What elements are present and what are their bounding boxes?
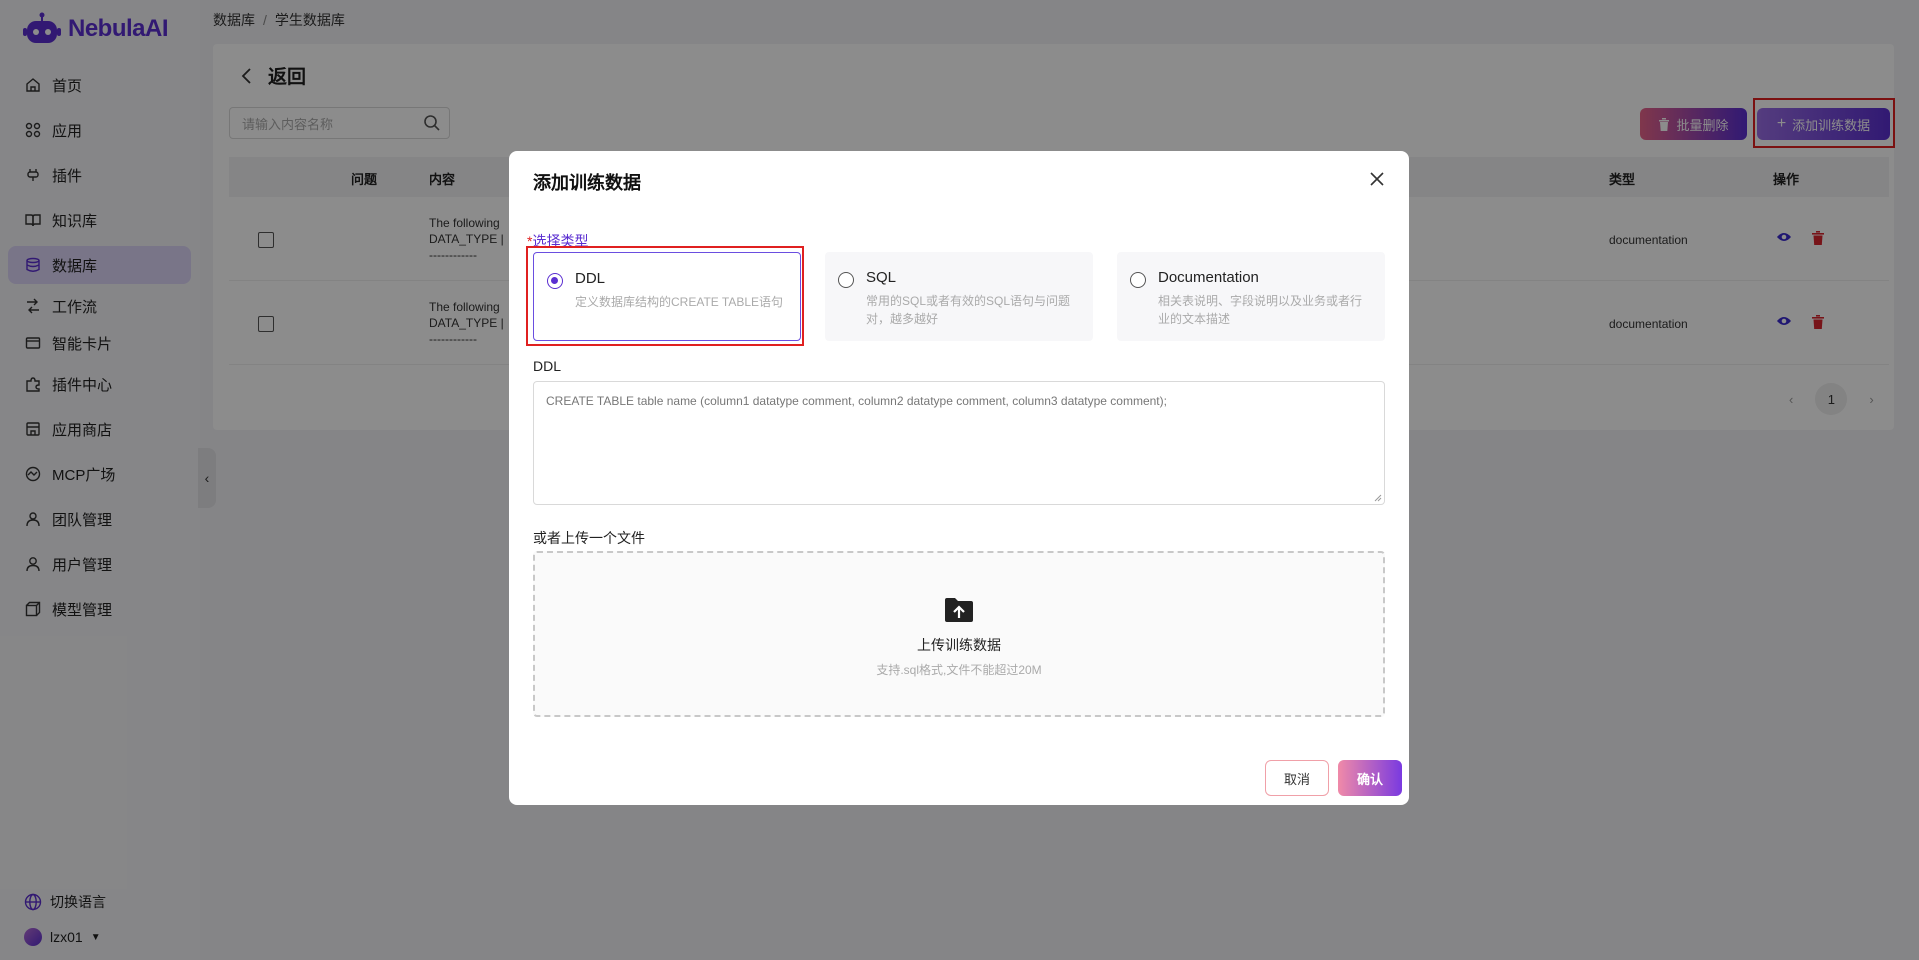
- ddl-label: DDL: [533, 358, 562, 374]
- option-name: Documentation: [1158, 269, 1259, 286]
- upload-title: 上传训练数据: [917, 637, 1001, 653]
- ddl-placeholder: CREATE TABLE table name (column1 datatyp…: [546, 394, 1167, 408]
- close-icon[interactable]: [1369, 171, 1385, 187]
- highlight-ddl-option: [526, 246, 804, 346]
- folder-upload-icon: [945, 598, 973, 622]
- add-training-data-modal: 添加训练数据 *选择类型 DDL 定义数据库结构的CREATE TABLE语句 …: [509, 151, 1409, 805]
- radio-documentation[interactable]: [1130, 272, 1146, 288]
- resize-handle-icon[interactable]: [1374, 494, 1382, 502]
- option-documentation[interactable]: Documentation 相关表说明、字段说明以及业务或者行业的文本描述: [1117, 252, 1385, 341]
- option-desc: 相关表说明、字段说明以及业务或者行业的文本描述: [1158, 294, 1363, 326]
- upload-hint: 支持.sql格式,文件不能超过20M: [876, 663, 1042, 677]
- modal-title: 添加训练数据: [533, 173, 641, 193]
- file-upload-dropzone[interactable]: 上传训练数据 支持.sql格式,文件不能超过20M: [533, 551, 1385, 717]
- upload-label: 或者上传一个文件: [533, 530, 645, 546]
- option-desc: 常用的SQL或者有效的SQL语句与问题对，越多越好: [866, 294, 1071, 326]
- radio-sql[interactable]: [838, 272, 854, 288]
- cancel-button[interactable]: 取消: [1265, 760, 1329, 796]
- ddl-textarea[interactable]: CREATE TABLE table name (column1 datatyp…: [533, 381, 1385, 505]
- confirm-button[interactable]: 确认: [1338, 760, 1402, 796]
- option-sql[interactable]: SQL 常用的SQL或者有效的SQL语句与问题对，越多越好: [825, 252, 1093, 341]
- option-name: SQL: [866, 269, 897, 286]
